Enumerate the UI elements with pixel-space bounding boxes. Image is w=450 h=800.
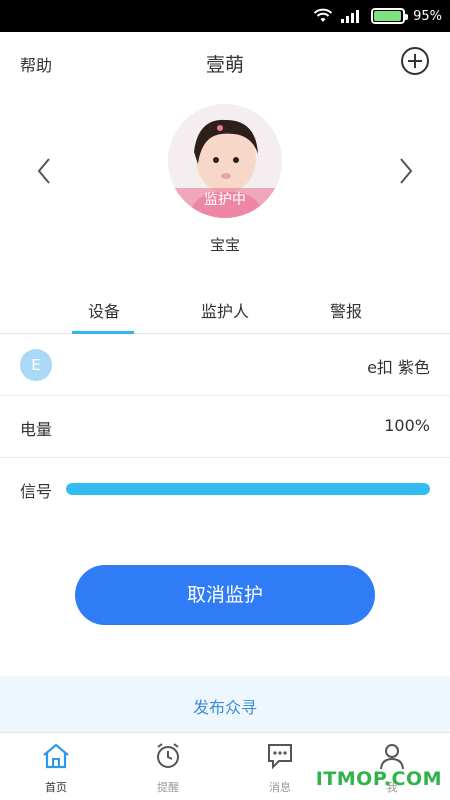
app-screen: 95% 帮助 壹萌 监护中 宝宝 设备 监护人 警报 E e扣 紫色 电量 10… [0, 0, 450, 800]
home-icon [43, 743, 69, 769]
device-name: e扣 紫色 [367, 358, 430, 377]
alarm-clock-icon [157, 743, 179, 768]
watermark: ITMOP.COM [315, 768, 442, 790]
plus-circle-icon[interactable] [400, 46, 430, 76]
monitoring-status-badge: 监护中 [168, 188, 282, 218]
battery-tip [405, 14, 409, 20]
battery-value: 100% [384, 416, 430, 435]
chevron-right-icon[interactable] [396, 156, 416, 186]
nav-remind-label: 提醒 [157, 781, 179, 794]
chevron-left-icon[interactable] [34, 156, 54, 186]
nav-home-label: 首页 [45, 781, 67, 794]
signal-row: 信号 [0, 458, 450, 520]
battery-icon [371, 8, 409, 24]
tab-alarm[interactable]: 警报 [296, 298, 396, 322]
profile-name: 宝宝 [209, 236, 240, 254]
wifi-icon [313, 8, 333, 22]
device-row[interactable]: E e扣 紫色 [0, 334, 450, 396]
tab-device[interactable]: 设备 [54, 298, 154, 322]
status-bar: 95% [0, 0, 450, 32]
tab-bar: 设备 监护人 警报 [0, 288, 450, 334]
avatar[interactable]: 监护中 [168, 104, 282, 218]
page-title: 壹萌 [205, 54, 244, 76]
device-badge-icon: E [20, 349, 52, 381]
signal-icon [341, 10, 360, 23]
battery-label: 电量 [20, 420, 53, 439]
battery-percent: 95% [413, 8, 442, 24]
nav-home[interactable]: 首页 [16, 733, 96, 800]
nav-messages-label: 消息 [269, 781, 291, 794]
signal-bar [66, 483, 430, 495]
battery-level-fill [374, 11, 401, 21]
publish-band: 发布众寻 [0, 676, 450, 732]
cancel-monitoring-button[interactable]: 取消监护 [75, 565, 375, 625]
signal-label: 信号 [20, 482, 53, 501]
signal-bar-fill [66, 483, 430, 495]
profile-section: 监护中 宝宝 [0, 100, 450, 270]
battery-row: 电量 100% [0, 396, 450, 458]
status-icons: 95% [313, 0, 442, 32]
publish-search-link[interactable]: 发布众寻 [0, 694, 450, 718]
top-header: 帮助 壹萌 [0, 32, 450, 92]
nav-remind[interactable]: 提醒 [128, 733, 208, 800]
chat-bubble-icon [268, 744, 292, 770]
nav-messages[interactable]: 消息 [240, 733, 320, 800]
tab-guardian[interactable]: 监护人 [175, 298, 275, 322]
person-icon [380, 744, 404, 770]
